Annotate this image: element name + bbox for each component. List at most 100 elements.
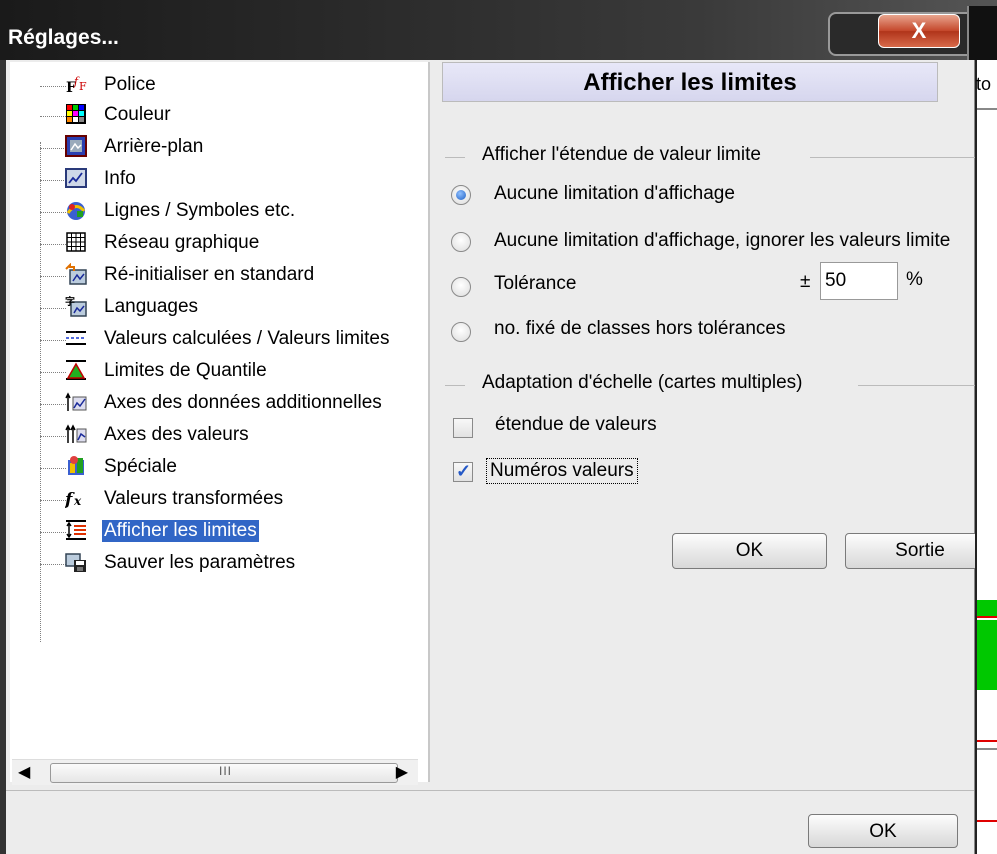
svg-text:F: F	[79, 80, 87, 93]
svg-text:字: 字	[65, 295, 75, 308]
tree-item-label: Couleur	[104, 104, 171, 125]
tree-branch	[40, 532, 66, 533]
tree-branch	[40, 308, 66, 309]
tree-item-arriere-plan[interactable]: Arrière-plan	[10, 132, 430, 164]
strip-red-line	[977, 820, 997, 822]
checkbox-label: Numéros valeurs	[486, 458, 638, 484]
tree-branch	[40, 180, 66, 181]
exit-button[interactable]: Sortie	[845, 533, 995, 569]
tree-item-axes-additionnelles[interactable]: Axes des données additionnelles	[10, 388, 430, 420]
radio-no-limitation-ignore[interactable]	[451, 232, 471, 252]
tree-item-police[interactable]: F f F Police	[10, 70, 430, 102]
tree-item-couleur[interactable]: Couleur	[10, 100, 430, 132]
tree-item-label: Police	[104, 74, 156, 95]
tree-item-speciale[interactable]: Spéciale	[10, 452, 430, 484]
info-chart-icon	[65, 168, 87, 188]
close-button[interactable]: X	[878, 14, 960, 48]
checkbox-label: étendue de valeurs	[495, 414, 657, 435]
footer-divider	[6, 790, 974, 791]
group-title-scale-adaptation: Adaptation d'échelle (cartes multiples)	[482, 372, 803, 393]
radio-no-limitation[interactable]	[451, 185, 471, 205]
ok-button[interactable]: OK	[672, 533, 827, 569]
tree-item-afficher-limites[interactable]: Afficher les limites	[10, 516, 430, 548]
tree-item-label: Afficher les limites	[102, 520, 259, 542]
tree-item-label: Lignes / Symboles etc.	[104, 200, 296, 221]
tree-item-label: Info	[104, 168, 136, 189]
group-line-left	[445, 385, 465, 386]
tree-branch	[40, 404, 66, 405]
tree-branch	[40, 212, 66, 213]
radio-label: no. fixé de classes hors tolérances	[494, 318, 786, 339]
background-image-icon	[65, 135, 87, 157]
background-edge-text: to	[976, 74, 992, 94]
tree-item-label: Sauver les paramètres	[104, 552, 296, 573]
svg-text:x: x	[73, 494, 82, 508]
quantile-icon	[66, 360, 86, 380]
strip-green-block	[977, 600, 997, 616]
tree-item-valeurs-transformees[interactable]: f x Valeurs transformées	[10, 484, 430, 516]
tree-item-reinitialiser[interactable]: Ré-initialiser en standard	[10, 260, 430, 292]
radio-tolerance[interactable]	[451, 277, 471, 297]
radio-label: Tolérance	[494, 273, 577, 294]
tree-item-label: Spéciale	[104, 456, 177, 477]
background-chart-strip	[975, 60, 997, 854]
tolerance-unit: %	[906, 269, 923, 290]
tolerance-plus-minus: ±	[800, 271, 811, 292]
save-settings-icon	[65, 553, 86, 572]
tree-item-label: Ré-initialiser en standard	[104, 264, 315, 285]
group-title-limit-range: Afficher l'étendue de valeur limite	[482, 144, 761, 165]
horizontal-scrollbar[interactable]: ◀ III ▶	[12, 759, 418, 785]
tree-item-label: Réseau graphique	[104, 232, 260, 253]
tree-branch	[40, 244, 66, 245]
radio-fixed-classes[interactable]	[451, 322, 471, 342]
show-limits-icon	[66, 520, 86, 540]
tree-item-reseau-graphique[interactable]: Réseau graphique	[10, 228, 430, 260]
tree-branch	[40, 564, 66, 565]
strip-red-line	[977, 740, 997, 742]
languages-icon: 字	[65, 295, 87, 317]
tree-item-label: Valeurs calculées / Valeurs limites	[104, 328, 390, 349]
footer-ok-button[interactable]: OK	[808, 814, 958, 848]
tree-branch	[40, 372, 66, 373]
radio-label: Aucune limitation d'affichage	[494, 183, 735, 204]
checkbox-value-numbers[interactable]	[453, 461, 473, 482]
title-bar[interactable]: Réglages... X	[0, 0, 997, 60]
tolerance-input[interactable]	[820, 262, 898, 300]
checkbox-value-range[interactable]	[453, 418, 473, 438]
tree-branch	[40, 436, 66, 437]
tree-item-label: Valeurs transformées	[104, 488, 284, 509]
strip-line	[977, 748, 997, 750]
tree-item-label: Limites de Quantile	[104, 360, 267, 381]
tree-branch	[40, 500, 66, 501]
radio-label: Aucune limitation d'affichage, ignorer l…	[494, 230, 951, 251]
tree-item-lignes-symboles[interactable]: Lignes / Symboles etc.	[10, 196, 430, 228]
tree-item-info[interactable]: Info	[10, 164, 430, 196]
value-axes-icon	[65, 424, 87, 443]
tree-item-languages[interactable]: 字 Languages	[10, 292, 430, 324]
background-window-edge	[967, 6, 997, 60]
scroll-left-icon[interactable]: ◀	[18, 762, 30, 782]
group-line-right	[810, 157, 975, 158]
tree-item-valeurs-calculees[interactable]: Valeurs calculées / Valeurs limites	[10, 324, 430, 356]
strip-line	[977, 108, 997, 110]
group-line-right	[858, 385, 975, 386]
strip-green-block	[977, 620, 997, 690]
settings-tree[interactable]: F f F Police Couleur Arrière-plan Info L…	[10, 62, 430, 785]
grid-icon	[66, 232, 86, 252]
tree-item-axes-valeurs[interactable]: Axes des valeurs	[10, 420, 430, 452]
palette-icon	[66, 104, 86, 124]
tree-item-label: Arrière-plan	[104, 136, 204, 157]
font-icon: F f F	[66, 75, 87, 95]
tree-branch	[40, 340, 66, 341]
tree-item-limites-quantile[interactable]: Limites de Quantile	[10, 356, 430, 388]
tree-item-label: Axes des valeurs	[104, 424, 249, 445]
group-line-left	[445, 157, 465, 158]
lines-symbols-icon	[66, 202, 86, 220]
tree-branch	[40, 116, 66, 117]
tree-item-sauver-parametres[interactable]: Sauver les paramètres	[10, 548, 430, 580]
tree-item-label: Axes des données additionnelles	[104, 392, 382, 413]
window-title: Réglages...	[8, 26, 119, 49]
scroll-right-icon[interactable]: ▶	[396, 762, 408, 782]
scrollbar-thumb[interactable]: III	[50, 763, 398, 783]
limit-lines-icon	[66, 331, 86, 345]
